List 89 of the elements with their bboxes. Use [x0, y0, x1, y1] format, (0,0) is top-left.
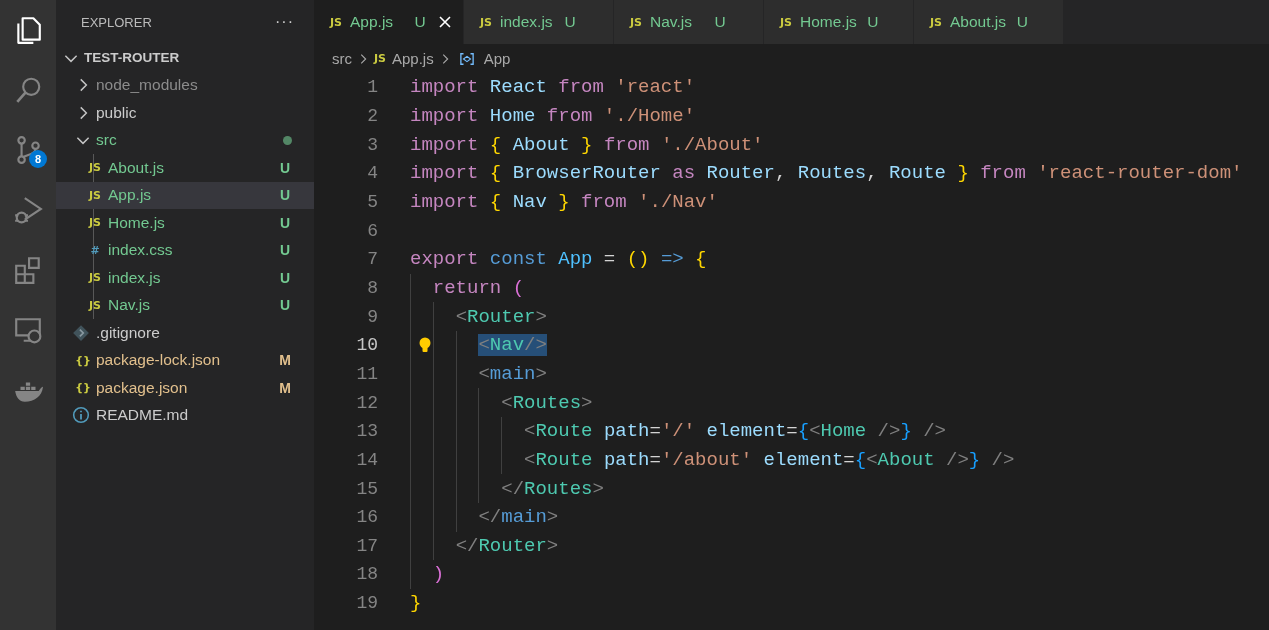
- tree-item[interactable]: JS App.js U: [56, 181, 314, 209]
- info-icon: [72, 406, 90, 425]
- tree-item[interactable]: .gitignore: [56, 319, 314, 347]
- file-type-icon: JS: [89, 188, 101, 202]
- code-line: <Routes>: [410, 388, 593, 417]
- tree-item[interactable]: JS index.js U: [56, 264, 314, 292]
- line-number: 17: [355, 535, 379, 556]
- line-number: 6: [366, 220, 379, 241]
- git-status-label: U: [278, 214, 292, 231]
- code-line: <Route path='/about' element={<About />} />: [410, 445, 1015, 475]
- breadcrumb-item[interactable]: App: [455, 50, 511, 67]
- code-line: export const App = () => {: [410, 247, 707, 273]
- file-type-icon: #: [90, 243, 100, 257]
- code-line: import Home from './Home': [410, 104, 696, 129]
- code-line: <Route path='/' element={<Home />} />: [410, 416, 946, 446]
- file-type-icon: JS: [89, 271, 101, 285]
- git-status-label: U: [278, 297, 292, 314]
- line-number: 8: [366, 277, 379, 298]
- code-line: import { Nav } from './Nav': [410, 189, 718, 215]
- panel-title: EXPLORER: [81, 14, 152, 30]
- breadcrumb-item[interactable]: JS App.js: [374, 50, 434, 67]
- tree-item[interactable]: src: [56, 126, 314, 154]
- line-number: 15: [355, 478, 379, 499]
- line-number: 3: [366, 134, 379, 155]
- line-number: 4: [366, 163, 379, 184]
- code-line: ): [410, 560, 445, 589]
- editor-tab[interactable]: JS App.js U: [314, 0, 464, 44]
- file-type-icon: JS: [89, 161, 101, 175]
- close-icon[interactable]: [437, 14, 453, 30]
- tree-item[interactable]: {} package.json M: [56, 374, 314, 402]
- file-type-icon: {}: [75, 353, 91, 367]
- tree-item[interactable]: {} package-lock.json M: [56, 346, 314, 374]
- code-line: <Router>: [410, 302, 547, 331]
- line-number: 16: [355, 507, 379, 528]
- line-number: 13: [355, 421, 379, 442]
- line-number: 7: [366, 249, 379, 270]
- file-type-icon: JS: [374, 52, 386, 65]
- code-line: <Nav/>: [410, 330, 547, 360]
- code-line: import { BrowserRouter as Router, Routes, Route } from 'react-router-dom': [410, 161, 1243, 187]
- git-status-label: U: [278, 187, 292, 204]
- more-actions-button[interactable]: ···: [275, 13, 294, 31]
- code-line: }: [410, 591, 422, 617]
- file-type-icon: JS: [330, 15, 342, 29]
- code-line: <main>: [410, 359, 547, 389]
- code-line: </main>: [410, 502, 559, 532]
- file-type-icon: JS: [780, 15, 792, 29]
- lightbulb-icon[interactable]: [417, 335, 433, 354]
- tree-item[interactable]: node_modules: [56, 71, 314, 99]
- line-number: 5: [366, 191, 379, 212]
- code-line: </Router>: [410, 531, 559, 561]
- line-number: 9: [366, 306, 379, 327]
- line-number: 19: [355, 593, 379, 614]
- code-line: import { About } from './About': [410, 132, 764, 158]
- line-number: 1: [366, 77, 379, 98]
- tree-item[interactable]: README.md: [56, 401, 314, 429]
- code-line: </Routes>: [410, 474, 604, 503]
- tree-item[interactable]: JS Nav.js U: [56, 291, 314, 319]
- git-status-label: M: [278, 379, 292, 396]
- breadcrumb-item[interactable]: src: [332, 50, 352, 67]
- file-type-icon: JS: [89, 216, 101, 230]
- git-status-label: U: [278, 159, 292, 176]
- editor-tab[interactable]: JS index.js U: [464, 0, 614, 44]
- code-line: return (: [410, 273, 525, 303]
- tree-item[interactable]: TEST-ROUTER: [56, 44, 314, 72]
- line-number: 14: [355, 449, 379, 470]
- code-line: import React from 'react': [410, 75, 696, 101]
- editor-tab[interactable]: JS Nav.js U: [614, 0, 764, 44]
- git-status-label: U: [278, 269, 292, 286]
- tree-item[interactable]: JS Home.js U: [56, 209, 314, 237]
- line-number: 18: [355, 564, 379, 585]
- symbol-icon: [459, 51, 474, 66]
- file-type-icon: JS: [480, 15, 492, 29]
- tree-item[interactable]: # index.css U: [56, 236, 314, 264]
- editor-tab[interactable]: JS About.js U: [914, 0, 1064, 44]
- line-number: 11: [355, 363, 379, 384]
- file-type-icon: JS: [89, 298, 101, 312]
- file-type-icon: JS: [630, 15, 642, 29]
- editor-tab[interactable]: JS Home.js U: [764, 0, 914, 44]
- file-type-icon: JS: [930, 15, 942, 29]
- tree-item[interactable]: public: [56, 99, 314, 127]
- git-status-label: M: [278, 352, 292, 369]
- file-type-icon: {}: [75, 381, 91, 395]
- tree-item[interactable]: JS About.js U: [56, 154, 314, 182]
- count-badge: 8: [29, 150, 47, 168]
- git-status-label: U: [278, 242, 292, 259]
- line-number: 12: [355, 392, 379, 413]
- line-number: 10: [355, 335, 379, 356]
- diamond-icon: [72, 323, 90, 342]
- line-number: 2: [366, 106, 379, 126]
